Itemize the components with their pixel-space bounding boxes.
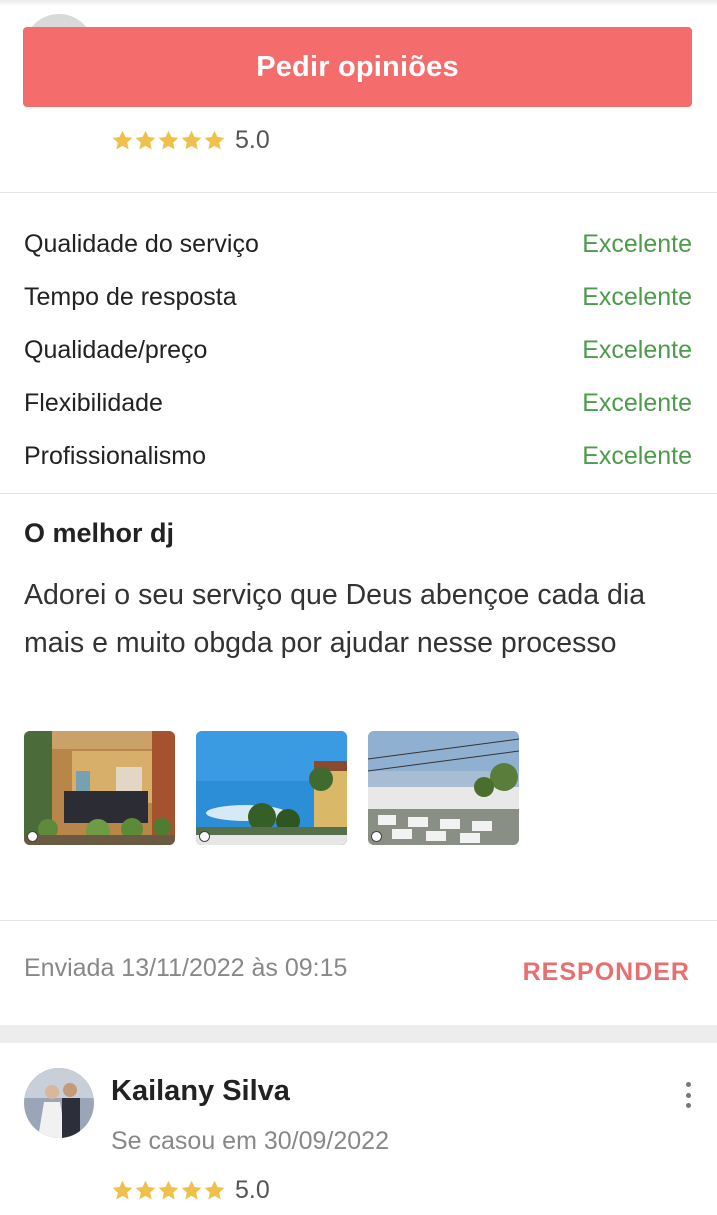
camera-mark-icon [199, 831, 210, 842]
sub-rating-label: Profissionalismo [24, 442, 207, 470]
more-options-icon[interactable] [682, 1082, 694, 1108]
star-icon [204, 130, 225, 150]
avatar[interactable] [24, 1068, 94, 1138]
star-icon [112, 1180, 133, 1200]
sub-rating-label: Qualidade do serviço [24, 230, 259, 258]
divider [0, 192, 717, 193]
star-icon [135, 130, 156, 150]
star-icon [204, 1180, 225, 1200]
star-icon [158, 1180, 179, 1200]
sub-rating-value: Excelente [582, 230, 692, 258]
divider [0, 920, 717, 921]
review-photo[interactable] [24, 731, 175, 845]
camera-mark-icon [27, 831, 38, 842]
review-body: Adorei o seu serviço que Deus abençoe ca… [24, 579, 646, 659]
sub-rating-label: Tempo de resposta [24, 283, 237, 311]
star-rating [111, 129, 226, 152]
star-icon [181, 130, 202, 150]
review-title: O melhor dj [24, 518, 175, 548]
rating-value: 5.0 [235, 1176, 270, 1204]
rating-value: 5.0 [235, 126, 270, 154]
sub-rating-row: Qualidade/preço Excelente [24, 324, 692, 377]
review-rating: 5.0 [111, 1176, 270, 1205]
star-icon [181, 1180, 202, 1200]
sub-rating-label: Flexibilidade [24, 389, 163, 417]
sub-rating-value: Excelente [582, 442, 692, 470]
review-photo[interactable] [368, 731, 519, 845]
review-photo[interactable] [196, 731, 347, 845]
sub-rating-row: Qualidade do serviço Excelente [24, 218, 692, 271]
top-shadow [0, 0, 717, 6]
star-icon [135, 1180, 156, 1200]
star-rating [111, 1179, 226, 1202]
sub-rating-row: Flexibilidade Excelente [24, 377, 692, 430]
sent-timestamp: Enviada 13/11/2022 às 09:15 [24, 954, 348, 982]
divider [0, 493, 717, 494]
summary-rating: 5.0 [111, 126, 270, 155]
sub-ratings-list: Qualidade do serviço Excelente Tempo de … [24, 218, 692, 483]
star-icon [112, 130, 133, 150]
sub-rating-row: Profissionalismo Excelente [24, 430, 692, 483]
camera-mark-icon [371, 831, 382, 842]
request-reviews-button[interactable]: Pedir opiniões [23, 27, 692, 107]
sub-rating-value: Excelente [582, 336, 692, 364]
sub-rating-row: Tempo de resposta Excelente [24, 271, 692, 324]
review-author: Kailany Silva [111, 1075, 290, 1107]
sub-rating-value: Excelente [582, 283, 692, 311]
review-photos [24, 731, 540, 845]
sub-rating-value: Excelente [582, 389, 692, 417]
section-separator [0, 1025, 717, 1043]
star-icon [158, 130, 179, 150]
reply-button[interactable]: RESPONDER [523, 958, 690, 987]
wedding-date: Se casou em 30/09/2022 [111, 1127, 389, 1155]
sub-rating-label: Qualidade/preço [24, 336, 208, 364]
